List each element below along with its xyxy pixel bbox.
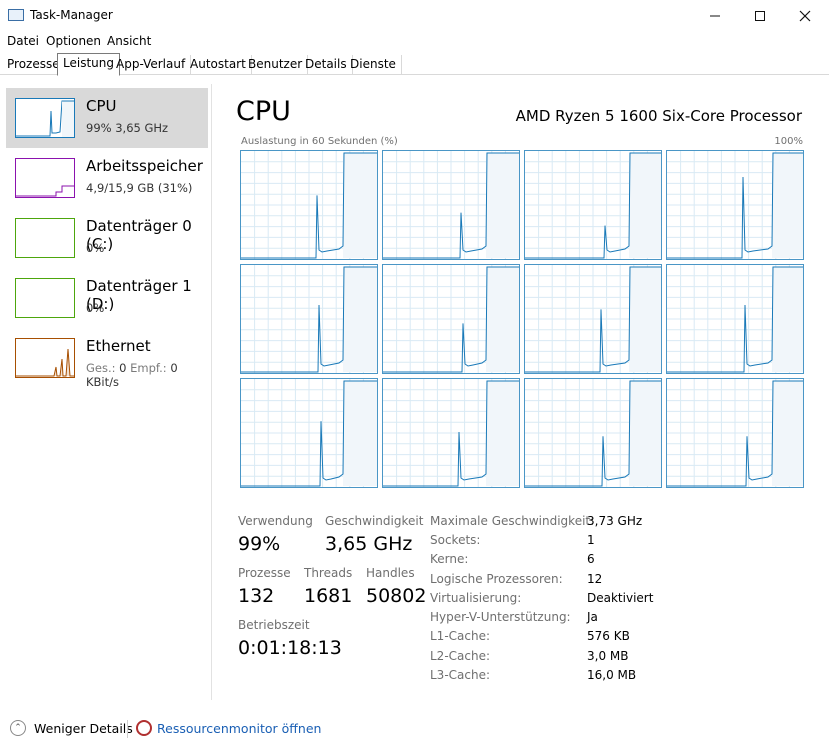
- cpu-core-graph: [382, 264, 520, 374]
- spec-key-virtualization: Virtualisierung:: [430, 591, 522, 605]
- sidebar-cpu-detail: 99% 3,65 GHz: [86, 121, 169, 135]
- footer-divider: [127, 720, 128, 738]
- spec-key-l1-cache: L1-Cache:: [430, 629, 491, 643]
- close-icon: [799, 10, 811, 21]
- minimize-button[interactable]: [692, 0, 738, 31]
- footer: ⌃ Weniger Details Ressourcenmonitor öffn…: [0, 712, 829, 748]
- spec-value-max-speed: 3,73 GHz: [587, 514, 643, 528]
- spec-value-sockets: 1: [587, 533, 595, 547]
- cpu-core-graphs: [240, 150, 804, 488]
- spec-key-l2-cache: L2-Cache:: [430, 649, 491, 663]
- spec-value-l1-cache: 576 KB: [587, 629, 630, 643]
- sidebar-item-memory[interactable]: Arbeitsspeicher 4,9/15,9 GB (31%): [6, 148, 208, 208]
- uptime-label: Betriebszeit: [238, 618, 310, 632]
- cpu-core-graph: [240, 378, 378, 488]
- task-manager-icon: [8, 9, 24, 21]
- sidebar-item-disk-d[interactable]: Datenträger 1 (D:) 0%: [6, 268, 208, 328]
- sidebar-cpu-title: CPU: [86, 97, 117, 115]
- sidebar-item-disk-c[interactable]: Datenträger 0 (C:) 0%: [6, 208, 208, 268]
- menu-bar: Datei Optionen Ansicht: [0, 31, 829, 51]
- sidebar-ethernet-detail: Ges.: 0 Empf.: 0 KBit/s: [86, 361, 208, 389]
- tab-dienste[interactable]: Dienste: [345, 55, 402, 75]
- spec-value-cores: 6: [587, 552, 595, 566]
- spec-value-virtualization: Deaktiviert: [587, 591, 654, 605]
- menu-datei[interactable]: Datei: [7, 34, 39, 48]
- resource-monitor-link[interactable]: Ressourcenmonitor öffnen: [157, 721, 321, 736]
- spec-key-l3-cache: L3-Cache:: [430, 668, 491, 682]
- processes-value: 132: [238, 585, 275, 607]
- tab-benutzer[interactable]: Benutzer: [243, 55, 309, 75]
- tab-app-verlauf[interactable]: App-Verlauf: [111, 55, 192, 75]
- spec-key-sockets: Sockets:: [430, 533, 481, 547]
- cpu-core-graph: [666, 264, 804, 374]
- graph-max-label: 100%: [774, 136, 803, 147]
- ethernet-send-value: 0: [119, 361, 127, 375]
- cpu-core-graph: [240, 264, 378, 374]
- ethernet-receive-label: Empf.:: [130, 361, 167, 375]
- cpu-core-graph: [666, 150, 804, 260]
- spec-value-logical-processors: 12: [587, 572, 603, 586]
- speed-label: Geschwindigkeit: [325, 514, 424, 528]
- cpu-core-graph: [382, 378, 520, 488]
- threads-label: Threads: [304, 566, 353, 580]
- cpu-thumbnail-graph: [15, 98, 75, 138]
- handles-value: 50802: [366, 585, 427, 607]
- cpu-core-graph: [524, 378, 662, 488]
- menu-ansicht[interactable]: Ansicht: [107, 34, 151, 48]
- cpu-core-graph: [524, 150, 662, 260]
- resource-sidebar: CPU 99% 3,65 GHz Arbeitsspeicher 4,9/15,…: [0, 84, 212, 700]
- spec-key-logical-processors: Logische Prozessoren:: [430, 572, 563, 586]
- cpu-core-graph: [666, 378, 804, 488]
- sidebar-item-cpu[interactable]: CPU 99% 3,65 GHz: [6, 88, 208, 148]
- processor-name: AMD Ryzen 5 1600 Six-Core Processor: [515, 107, 802, 125]
- processes-label: Prozesse: [238, 566, 291, 580]
- sidebar-ethernet-title: Ethernet: [86, 337, 151, 355]
- sidebar-disk-c-detail: 0%: [86, 241, 105, 255]
- usage-value: 99%: [238, 533, 281, 555]
- page-title: CPU: [236, 96, 291, 127]
- spec-key-max-speed: Maximale Geschwindigkeit:: [430, 514, 595, 528]
- usage-label: Verwendung: [238, 514, 313, 528]
- handles-label: Handles: [366, 566, 415, 580]
- sidebar-disk-c-title: Datenträger 0 (C:): [86, 217, 192, 253]
- memory-thumbnail-graph: [15, 158, 75, 198]
- spec-value-l3-cache: 16,0 MB: [587, 668, 637, 682]
- cpu-core-graph: [382, 150, 520, 260]
- spec-key-cores: Kerne:: [430, 552, 469, 566]
- sidebar-item-ethernet[interactable]: Ethernet Ges.: 0 Empf.: 0 KBit/s: [6, 328, 208, 389]
- sidebar-memory-detail: 4,9/15,9 GB (31%): [86, 181, 193, 195]
- minimize-icon: [710, 15, 720, 16]
- chevron-up-icon[interactable]: ⌃: [10, 720, 26, 736]
- fewer-details-link[interactable]: Weniger Details: [34, 721, 133, 736]
- speed-value: 3,65 GHz: [325, 533, 413, 555]
- sidebar-disk-d-title: Datenträger 1 (D:): [86, 277, 192, 313]
- sidebar-disk-d-detail: 0%: [86, 301, 105, 315]
- window-title: Task-Manager: [30, 8, 113, 22]
- ethernet-send-label: Ges.:: [86, 361, 116, 375]
- maximize-button[interactable]: [737, 0, 783, 31]
- cpu-core-graph: [524, 264, 662, 374]
- resource-monitor-icon[interactable]: [136, 720, 152, 736]
- uptime-value: 0:01:18:13: [238, 637, 342, 659]
- tab-autostart[interactable]: Autostart: [185, 55, 252, 75]
- title-bar: Task-Manager: [0, 0, 829, 31]
- spec-value-hyperv: Ja: [587, 610, 598, 624]
- cpu-core-graph: [240, 150, 378, 260]
- spec-value-l2-cache: 3,0 MB: [587, 649, 629, 663]
- maximize-icon: [755, 10, 765, 21]
- threads-value: 1681: [304, 585, 353, 607]
- spec-key-hyperv: Hyper-V-Unterstützung:: [430, 610, 571, 624]
- close-button[interactable]: [782, 0, 828, 31]
- disk-c-thumbnail-graph: [15, 218, 75, 258]
- disk-d-thumbnail-graph: [15, 278, 75, 318]
- graph-caption: Auslastung in 60 Sekunden (%): [241, 136, 398, 147]
- tab-bar: Prozesse Leistung App-Verlauf Autostart …: [0, 53, 829, 76]
- sidebar-memory-title: Arbeitsspeicher: [86, 157, 203, 175]
- menu-optionen[interactable]: Optionen: [46, 34, 101, 48]
- ethernet-thumbnail-graph: [15, 338, 75, 378]
